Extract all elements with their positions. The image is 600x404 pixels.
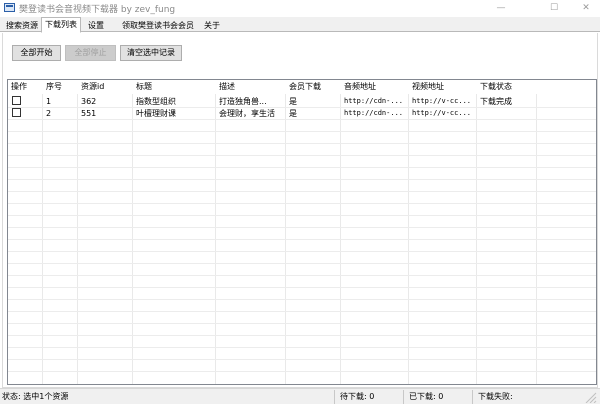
status-divider — [403, 390, 404, 404]
row-divider — [8, 155, 596, 156]
row-divider — [8, 347, 596, 348]
close-icon[interactable]: ✕ — [572, 0, 600, 17]
row-divider — [8, 107, 596, 108]
row-download-status: 下载完成 — [480, 97, 512, 106]
status-divider — [472, 390, 473, 404]
tab-download-list[interactable]: 下载列表 — [41, 17, 81, 33]
minimize-icon[interactable]: — — [487, 0, 515, 17]
row-checkbox[interactable] — [12, 96, 21, 105]
column-header-vip-download[interactable]: 会员下载 — [286, 80, 341, 94]
pending-count: 待下载: 0 — [340, 392, 375, 401]
column-header-index[interactable]: 序号 — [43, 80, 78, 94]
row-description: 打造独角兽... — [219, 97, 267, 106]
row-divider — [8, 251, 596, 252]
row-divider — [8, 215, 596, 216]
row-index: 1 — [46, 97, 52, 106]
tab-about[interactable]: 关于 — [200, 19, 224, 32]
row-audio-url: http://cdn-... — [344, 97, 404, 105]
row-divider — [8, 131, 596, 132]
row-download-status — [477, 108, 480, 119]
column-header-audio-url[interactable]: 音频地址 — [341, 80, 409, 94]
row-divider — [8, 335, 596, 336]
title-bar: 樊登读书会音视频下载器 by zev_fung — ☐ ✕ — [0, 0, 600, 17]
stop-all-button[interactable]: 全部停止 — [65, 45, 116, 61]
row-divider — [8, 167, 596, 168]
row-divider — [8, 263, 596, 264]
row-divider — [8, 299, 596, 300]
column-header-description[interactable]: 描述 — [216, 80, 286, 94]
tab-claim-membership[interactable]: 领取樊登读书会会员 — [118, 19, 198, 32]
row-vip-download: 是 — [289, 109, 297, 118]
tab-search-resources[interactable]: 搜索资源 — [2, 19, 42, 32]
row-divider — [8, 311, 596, 312]
row-divider — [8, 227, 596, 228]
column-header-download-status[interactable]: 下载状态 — [477, 80, 537, 94]
status-bar: 状态: 选中1个资源 待下载: 0 已下载: 0 下载失败: — [0, 388, 600, 404]
tab-settings[interactable]: 设置 — [84, 19, 108, 32]
column-header-action[interactable]: 操作 — [8, 80, 41, 94]
row-title: 叶檀理财课 — [136, 109, 176, 118]
start-all-button[interactable]: 全部开始 — [12, 45, 61, 61]
row-title: 指数型组织 — [136, 97, 176, 106]
row-divider — [8, 239, 596, 240]
row-divider — [8, 119, 596, 120]
row-divider — [8, 323, 596, 324]
download-table[interactable]: 操作 序号 资源id 标题 描述 会员下载 音频地址 视频地址 下载状态 1 3… — [7, 79, 597, 385]
row-divider — [8, 179, 596, 180]
downloaded-count: 已下载: 0 — [409, 392, 444, 401]
row-divider — [8, 287, 596, 288]
row-description: 会理财，享生活 — [219, 109, 275, 118]
row-vip-download: 是 — [289, 97, 297, 106]
tab-bar: 搜索资源 下载列表 设置 领取樊登读书会会员 关于 — [0, 17, 600, 33]
failed-count: 下载失败: — [478, 392, 513, 401]
column-header-title[interactable]: 标题 — [133, 80, 216, 94]
resize-grip-icon[interactable] — [583, 392, 597, 403]
row-video-url: http://v-cc... — [412, 97, 472, 105]
row-divider — [8, 371, 596, 372]
row-video-url: http://v-cc... — [412, 109, 472, 117]
window-title: 樊登读书会音视频下载器 by zev_fung — [19, 5, 176, 15]
column-header-video-url[interactable]: 视频地址 — [409, 80, 477, 94]
row-divider — [8, 203, 596, 204]
row-resource-id: 362 — [81, 97, 97, 106]
clear-selected-button[interactable]: 清空选中记录 — [120, 45, 182, 61]
status-divider — [334, 390, 335, 404]
row-checkbox[interactable] — [12, 108, 21, 117]
row-resource-id: 551 — [81, 109, 97, 118]
row-divider — [8, 191, 596, 192]
row-divider — [8, 359, 596, 360]
status-text: 状态: 选中1个资源 — [2, 392, 69, 401]
maximize-icon[interactable]: ☐ — [540, 0, 568, 17]
row-audio-url: http://cdn-... — [344, 109, 404, 117]
column-header-resource-id[interactable]: 资源id — [78, 80, 133, 94]
app-icon — [4, 3, 15, 12]
row-index: 2 — [46, 109, 52, 118]
row-divider — [8, 275, 596, 276]
row-divider — [8, 143, 596, 144]
